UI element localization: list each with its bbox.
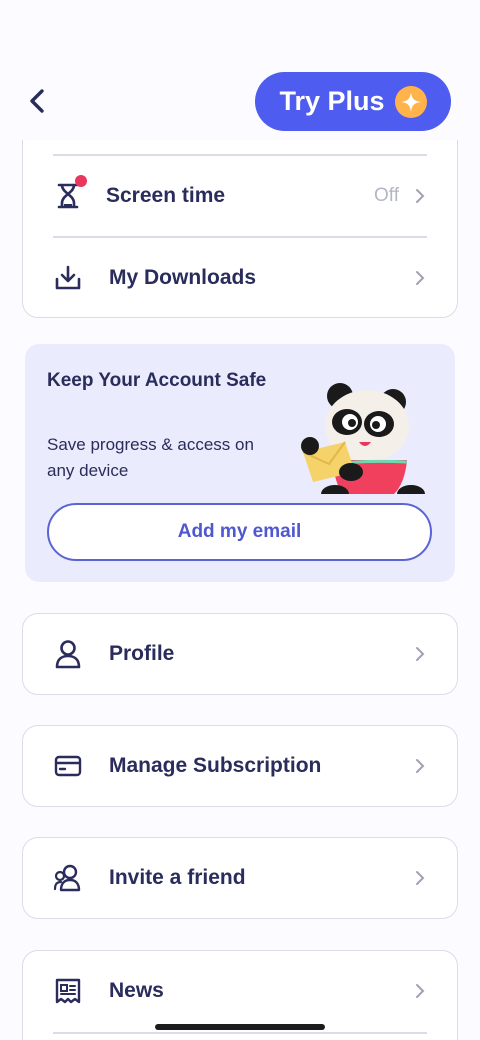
profile-row[interactable]: Profile (53, 614, 427, 694)
chevron-right-icon (413, 187, 427, 205)
back-button[interactable] (22, 86, 52, 116)
screen-time-label: Screen time (106, 184, 226, 207)
hourglass-icon (53, 175, 87, 211)
credit-card-icon (53, 751, 83, 781)
chevron-left-icon (30, 89, 44, 113)
downloads-label: My Downloads (109, 266, 257, 289)
try-plus-button[interactable]: Try Plus (255, 72, 451, 131)
safe-card-title: Keep Your Account Safe (47, 370, 267, 391)
divider (53, 1032, 427, 1034)
chevron-right-icon (413, 757, 427, 775)
screen-time-row[interactable]: Screen time Off (53, 156, 427, 236)
chevron-right-icon (413, 269, 427, 287)
chevron-right-icon (413, 869, 427, 887)
try-plus-label: Try Plus (279, 86, 385, 116)
sparkle-icon (394, 85, 427, 118)
news-label: News (109, 979, 164, 1002)
profile-card[interactable]: Profile (22, 613, 458, 695)
downloads-row[interactable]: My Downloads (53, 238, 427, 318)
invite-card[interactable]: Invite a friend (22, 837, 458, 919)
header: Try Plus (0, 0, 480, 140)
safe-card-subtitle: Save progress & access on any device (47, 435, 254, 480)
account-safe-card: Keep Your Account Safe Save progress & a… (25, 344, 455, 582)
add-email-button[interactable]: Add my email (47, 503, 432, 561)
home-indicator[interactable] (155, 1024, 325, 1030)
profile-label: Profile (109, 642, 175, 665)
subscription-card[interactable]: Manage Subscription (22, 725, 458, 807)
subscription-label: Manage Subscription (109, 754, 322, 777)
download-icon (53, 263, 83, 293)
news-row[interactable]: News (53, 951, 427, 1031)
invite-friend-icon (53, 863, 83, 893)
newspaper-icon (53, 976, 83, 1006)
person-icon (53, 639, 83, 669)
chevron-right-icon (413, 982, 427, 1000)
panda-illustration (301, 383, 425, 494)
subscription-row[interactable]: Manage Subscription (53, 726, 427, 806)
screen-time-value: Off (374, 185, 399, 206)
notification-dot (75, 175, 87, 187)
chevron-right-icon (413, 645, 427, 663)
invite-label: Invite a friend (109, 866, 246, 889)
invite-row[interactable]: Invite a friend (53, 838, 427, 918)
